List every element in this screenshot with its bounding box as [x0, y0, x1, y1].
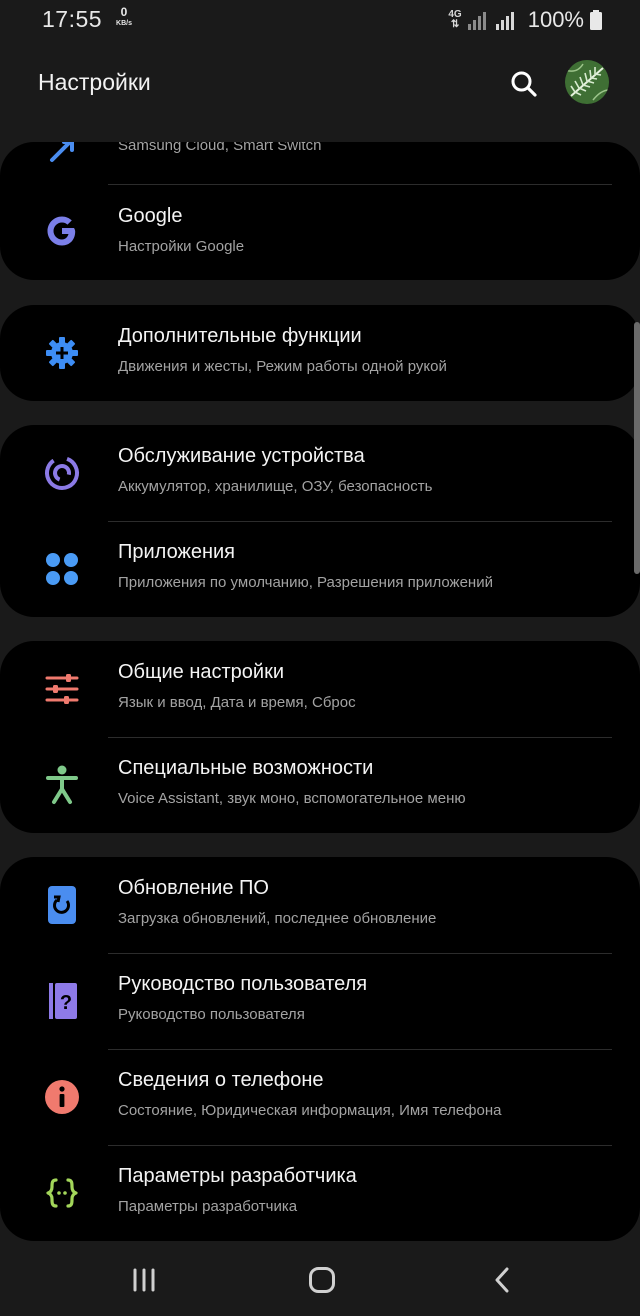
settings-item-subtitle: Samsung Cloud, Smart Switch	[118, 142, 322, 154]
card-device: Обслуживание устройства Аккумулятор, хра…	[0, 425, 640, 617]
recent-apps-icon	[133, 1268, 155, 1292]
card-about: Обновление ПО Загрузка обновлений, после…	[0, 857, 640, 1241]
status-right: 4G ⇅ 100%	[448, 6, 602, 34]
search-button[interactable]	[504, 64, 544, 104]
card-advanced: Дополнительные функции Движения и жесты,…	[0, 305, 640, 401]
battery-percent: 100%	[527, 7, 584, 32]
settings-item-subtitle: Приложения по умолчанию, Разрешения прил…	[118, 574, 493, 591]
avatar[interactable]	[565, 60, 609, 104]
settings-item-title: Дополнительные функции	[118, 325, 362, 347]
settings-item-software-update[interactable]: Обновление ПО Загрузка обновлений, после…	[0, 857, 640, 953]
home-icon	[309, 1267, 335, 1293]
user-manual-icon: ?	[40, 979, 84, 1023]
settings-item-subtitle: Движения и жесты, Режим работы одной рук…	[118, 358, 447, 375]
network-speed-unit: KB/s	[116, 20, 132, 27]
back-icon	[495, 1267, 509, 1293]
braces-icon	[40, 1171, 84, 1215]
settings-item-device-care[interactable]: Обслуживание устройства Аккумулятор, хра…	[0, 425, 640, 521]
status-time: 17:55	[42, 6, 103, 32]
settings-item-title: Обслуживание устройства	[118, 445, 365, 467]
settings-item-subtitle: Параметры разработчика	[118, 1198, 298, 1215]
settings-item-title: Общие настройки	[118, 661, 284, 683]
settings-item-accessibility[interactable]: Специальные возможности Voice Assistant,…	[0, 737, 640, 833]
signal-icon-2	[495, 12, 514, 30]
software-update-icon	[40, 883, 84, 927]
settings-item-title: Обновление ПО	[118, 877, 269, 899]
settings-item-general-management[interactable]: Общие настройки Язык и ввод, Дата и врем…	[0, 641, 640, 737]
settings-item-subtitle: Аккумулятор, хранилище, ОЗУ, безопасност…	[118, 478, 433, 495]
app-header: Настройки	[0, 56, 640, 112]
status-bar: 17:55 0 KB/s 4G ⇅ 100%	[0, 0, 640, 40]
settings-item-developer-options[interactable]: Параметры разработчика Параметры разрабо…	[0, 1145, 640, 1241]
svg-text:?: ?	[60, 992, 72, 1014]
battery-icon	[590, 10, 602, 30]
settings-item-subtitle: Загрузка обновлений, последнее обновлени…	[118, 910, 437, 927]
settings-item-subtitle: Состояние, Юридическая информация, Имя т…	[118, 1102, 502, 1119]
card-general: Общие настройки Язык и ввод, Дата и врем…	[0, 641, 640, 833]
settings-item-about-phone[interactable]: Сведения о телефоне Состояние, Юридическ…	[0, 1049, 640, 1145]
data-arrows-icon: ⇅	[450, 19, 460, 30]
network-speed: 0 KB/s	[112, 5, 136, 29]
accessibility-icon	[40, 763, 84, 807]
settings-item-apps[interactable]: Приложения Приложения по умолчанию, Разр…	[0, 521, 640, 617]
settings-item-user-manual[interactable]: ? Руководство пользователя Руководство п…	[0, 953, 640, 1049]
settings-item-title: Специальные возможности	[118, 757, 374, 779]
settings-item-subtitle: Voice Assistant, звук моно, вспомогатель…	[118, 790, 466, 807]
recent-apps-button[interactable]	[114, 1258, 174, 1302]
gear-plus-icon	[40, 331, 84, 375]
settings-item-title: Параметры разработчика	[118, 1165, 357, 1187]
settings-item-title: Приложения	[118, 541, 236, 563]
network-speed-value: 0	[120, 5, 128, 19]
settings-item-title: Google	[118, 205, 183, 227]
card-accounts: Samsung Cloud, Smart Switch Google Настр…	[0, 142, 640, 280]
network-type: 4G ⇅	[448, 10, 461, 30]
search-icon	[511, 71, 537, 97]
page-title: Настройки	[38, 69, 151, 95]
apps-grid-icon	[40, 547, 84, 591]
signal-icon	[467, 12, 486, 30]
settings-item-cloud[interactable]: Samsung Cloud, Smart Switch	[0, 142, 640, 180]
settings-item-title: Сведения о телефоне	[118, 1069, 324, 1091]
cloud-sync-icon	[40, 142, 84, 170]
fern-avatar-icon	[565, 60, 609, 104]
google-icon	[40, 209, 84, 253]
back-button[interactable]	[472, 1258, 532, 1302]
settings-item-title: Руководство пользователя	[118, 973, 368, 995]
device-care-icon	[40, 451, 84, 495]
navigation-bar	[0, 1246, 640, 1316]
home-button[interactable]	[292, 1258, 352, 1302]
settings-item-advanced-features[interactable]: Дополнительные функции Движения и жесты,…	[0, 305, 640, 401]
sliders-icon	[40, 667, 84, 711]
settings-item-subtitle: Язык и ввод, Дата и время, Сброс	[118, 694, 356, 711]
info-icon	[40, 1075, 84, 1119]
scrollbar[interactable]	[634, 322, 640, 574]
settings-item-google[interactable]: Google Настройки Google	[0, 185, 640, 280]
settings-item-subtitle: Руководство пользователя	[118, 1006, 305, 1023]
settings-item-subtitle: Настройки Google	[118, 238, 245, 255]
